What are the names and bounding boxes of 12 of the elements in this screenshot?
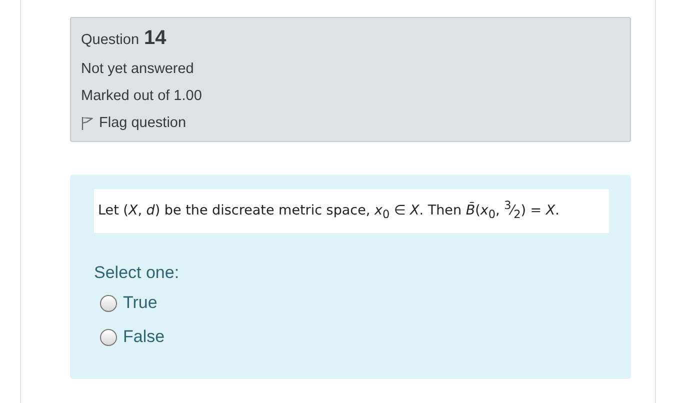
flag-question-link[interactable]: Flag question <box>99 115 186 131</box>
question-label: Question <box>81 32 140 48</box>
answer-status: Not yet answered <box>81 61 195 77</box>
question-text: Let (X, d) be the discreate metric space, x$_{0}$ ∈ X. Then B̄(x$_{0}$, $^{3}$⁄$_{2}$) = X. <box>94 189 609 234</box>
option-label[interactable]: False <box>123 327 165 348</box>
flag-icon[interactable] <box>81 116 93 130</box>
radio-button[interactable] <box>100 328 117 346</box>
option-label[interactable]: True <box>123 293 158 314</box>
radio-button[interactable] <box>100 294 117 312</box>
question-number: 14 <box>144 27 166 50</box>
select-prompt: Select one: <box>94 263 180 284</box>
marks-text: Marked out of 1.00 <box>81 88 203 104</box>
